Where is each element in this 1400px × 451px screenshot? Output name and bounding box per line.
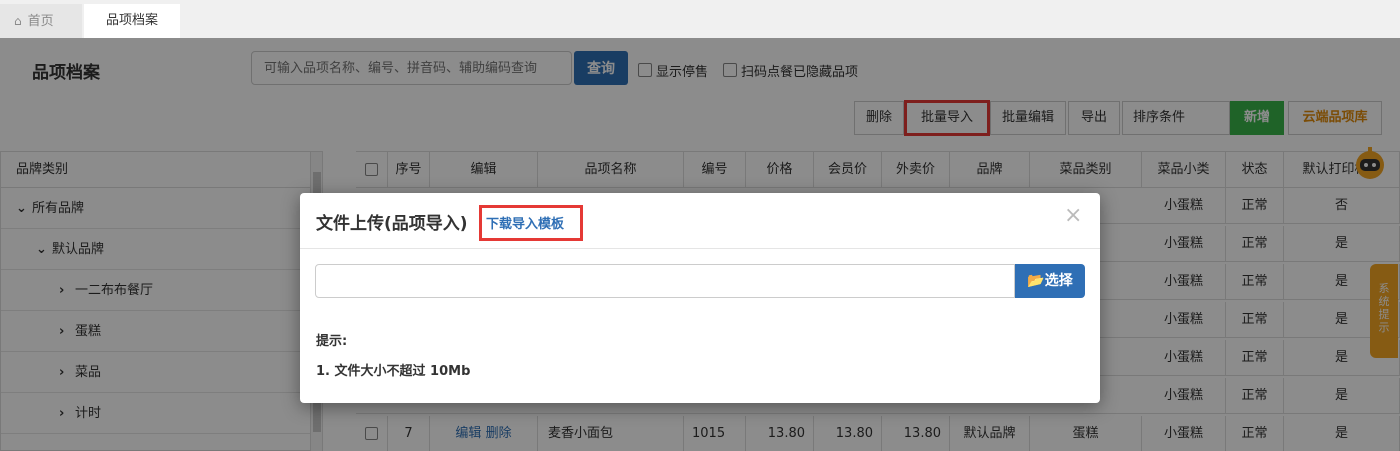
tip-line: 1. 文件大小不超过 10Mb: [316, 364, 471, 379]
file-path-field[interactable]: [315, 264, 1015, 298]
dialog-header: 文件上传(品项导入) 下载导入模板 ×: [300, 193, 1100, 249]
tab-items[interactable]: 品项档案: [84, 4, 180, 38]
choose-label: 选择: [1044, 273, 1073, 289]
choose-file-button[interactable]: 📂选择: [1015, 264, 1085, 298]
download-highlight: [479, 205, 583, 241]
home-icon: ⌂: [14, 14, 22, 28]
folder-icon: 📂: [1027, 273, 1045, 289]
tab-bar: ⌂ 首页 品项档案: [0, 0, 1400, 38]
close-icon[interactable]: ×: [1064, 203, 1082, 228]
tab-home[interactable]: ⌂ 首页: [0, 4, 82, 38]
dialog-title: 文件上传(品项导入): [316, 214, 468, 234]
upload-dialog: 文件上传(品项导入) 下载导入模板 × 📂选择 提示: 1. 文件大小不超过 1…: [300, 193, 1100, 403]
tab-home-label: 首页: [27, 14, 54, 29]
tip-heading: 提示:: [316, 334, 348, 349]
